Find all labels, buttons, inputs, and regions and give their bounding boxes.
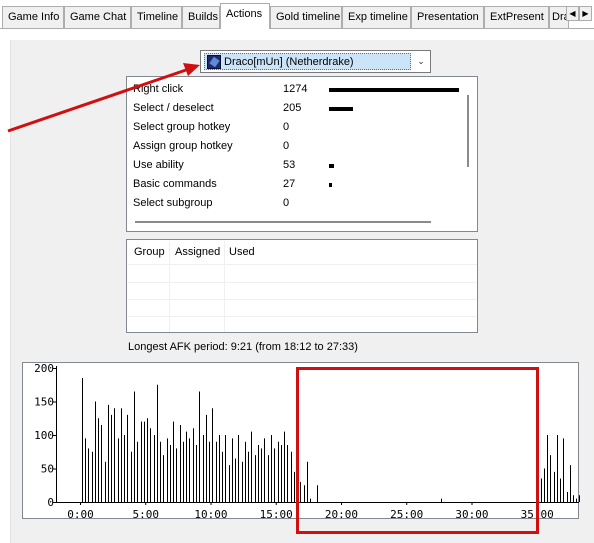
y-tick-label: 150 [34, 396, 54, 409]
y-tick-label: 200 [34, 363, 54, 375]
list-item[interactable]: Select group hotkey 0 [133, 118, 463, 137]
tab-bar: Game Info Game Chat Timeline Builds Acti… [0, 0, 594, 29]
action-name: Basic commands [133, 178, 217, 190]
player-select-value-box: Draco[mUn] (Netherdrake) [204, 53, 411, 70]
action-count: 0 [283, 121, 290, 133]
tab-game-info[interactable]: Game Info [2, 6, 64, 28]
tab-game-chat[interactable]: Game Chat [64, 6, 131, 28]
column-header-assigned[interactable]: Assigned [175, 246, 220, 258]
y-tick-label: 0 [47, 496, 54, 509]
column-header-used[interactable]: Used [229, 246, 255, 258]
table-row-line [128, 282, 477, 283]
tab-scroll-right-button[interactable]: ▶ [579, 6, 592, 21]
action-name: Select group hotkey [133, 121, 231, 133]
chevron-right-icon: ▶ [582, 9, 589, 18]
column-header-group[interactable]: Group [134, 246, 165, 258]
actions-per-minute-chart: 200 150 100 50 0 0:00 5:00 10:00 15:00 20:00 25:00… [22, 362, 580, 520]
chart-canvas: 200 150 100 50 0 0:00 5:00 10:00 15:00 20:00 25:00… [34, 363, 580, 520]
tab-timeline[interactable]: Timeline [131, 6, 182, 28]
action-name: Use ability [133, 159, 184, 171]
y-tick-label: 50 [41, 463, 54, 476]
table-row-line [128, 299, 477, 300]
chevron-left-icon: ◀ [569, 9, 576, 18]
x-tick-label: 30:00 [455, 508, 488, 520]
action-count: 0 [283, 140, 290, 152]
afk-period-label: Longest AFK period: 9:21 (from 18:12 to … [128, 341, 358, 353]
action-bar [329, 107, 353, 111]
action-count: 53 [283, 159, 296, 171]
action-bar [329, 88, 459, 92]
tab-extpresent[interactable]: ExtPresent [484, 6, 549, 28]
list-item[interactable]: Use ability 53 [133, 156, 463, 175]
x-tick-label: 25:00 [390, 508, 423, 520]
x-tick-label: 5:00 [132, 508, 159, 520]
x-tick-label: 10:00 [194, 508, 227, 520]
action-count: 27 [283, 178, 296, 190]
tab-divider [0, 28, 594, 29]
x-tick-label: 15:00 [260, 508, 293, 520]
list-item[interactable]: Assign group hotkey 0 [133, 137, 463, 156]
column-divider [224, 241, 225, 332]
action-count: 0 [283, 197, 290, 209]
x-tick-label: 20:00 [325, 508, 358, 520]
list-item[interactable]: Select / deselect 205 [133, 99, 463, 118]
column-divider [169, 241, 170, 332]
table-row-line [128, 316, 477, 317]
x-tick-label: 0:00 [67, 508, 94, 520]
chevron-down-icon[interactable]: ⌄ [412, 51, 430, 72]
tab-actions[interactable]: Actions [220, 3, 270, 29]
action-name: Right click [133, 83, 184, 95]
table-row-line [128, 264, 477, 265]
player-select-value: Draco[mUn] (Netherdrake) [224, 56, 354, 68]
tab-gold-timeline[interactable]: Gold timeline [270, 6, 342, 28]
action-count: 1274 [283, 83, 308, 95]
list-item[interactable]: Select subgroup 0 [133, 194, 463, 213]
groups-table[interactable]: Group Assigned Used [126, 239, 478, 333]
netherdrake-hero-icon [207, 55, 221, 69]
y-tick-label: 100 [34, 429, 54, 442]
action-bar [329, 183, 332, 187]
x-tick-label: 35:00 [521, 508, 554, 520]
tab-presentation[interactable]: Presentation [411, 6, 484, 28]
horizontal-scrollbar[interactable] [135, 221, 431, 223]
tab-scroll-left-button[interactable]: ◀ [566, 6, 579, 21]
action-name: Assign group hotkey [133, 140, 233, 152]
vertical-scrollbar[interactable] [467, 95, 469, 167]
action-name: Select / deselect [133, 102, 214, 114]
action-bar [329, 164, 334, 168]
list-item[interactable]: Right click 1274 [133, 80, 463, 99]
action-name: Select subgroup [133, 197, 213, 209]
action-count: 205 [283, 102, 302, 114]
tab-builds[interactable]: Builds [182, 6, 220, 28]
player-select[interactable]: Draco[mUn] (Netherdrake) ⌄ [200, 50, 431, 73]
actions-list[interactable]: Right click 1274 Select / deselect 205 S… [126, 76, 478, 232]
tab-exp-timeline[interactable]: Exp timeline [342, 6, 411, 28]
list-item[interactable]: Basic commands 27 [133, 175, 463, 194]
